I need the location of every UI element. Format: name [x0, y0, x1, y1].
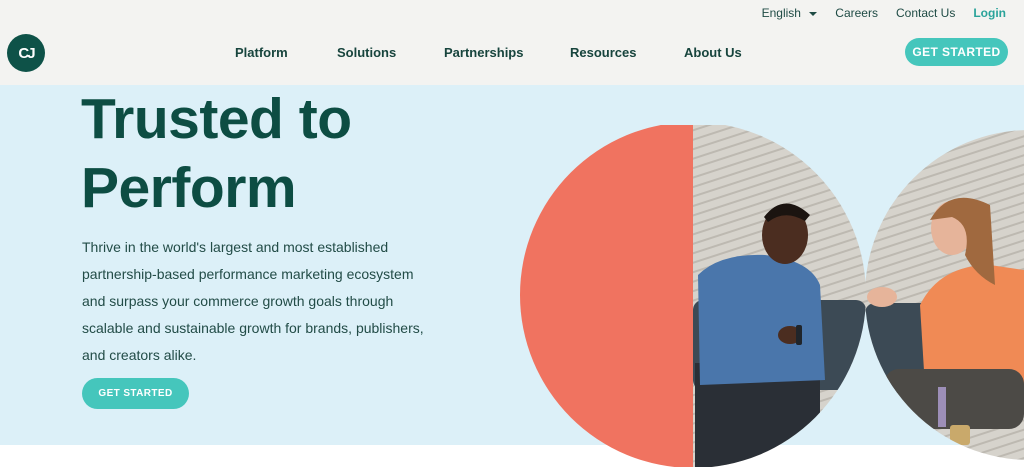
- man-shirt: [698, 254, 825, 385]
- nav-item-about[interactable]: About Us: [684, 45, 742, 60]
- nav-item-platform[interactable]: Platform: [235, 45, 337, 60]
- coral-half-circle: [520, 125, 693, 467]
- logo-glyph: CJ: [18, 44, 35, 62]
- right-photo-circle: [865, 130, 1024, 460]
- get-started-hero-button[interactable]: GET STARTED: [82, 378, 189, 409]
- flowers: [938, 387, 946, 427]
- phone: [796, 325, 802, 345]
- description-line: Thrive in the world's largest and most e…: [82, 239, 389, 255]
- hero-photo-illustration: [520, 125, 1024, 467]
- description-line: partnership-based performance marketing …: [82, 266, 414, 282]
- contact-link[interactable]: Contact Us: [896, 6, 955, 20]
- woman-trousers: [884, 369, 1024, 429]
- nav-item-solutions[interactable]: Solutions: [337, 45, 444, 60]
- description-line: and creators alike.: [82, 347, 197, 363]
- candle: [950, 425, 970, 445]
- caret-down-icon: [809, 11, 818, 16]
- hero-description: Thrive in the world's largest and most e…: [82, 234, 432, 369]
- utility-nav: English Careers Contact Us Login: [762, 6, 1006, 20]
- login-link[interactable]: Login: [973, 6, 1006, 20]
- nav-item-resources[interactable]: Resources: [570, 45, 684, 60]
- nav-item-partnerships[interactable]: Partnerships: [444, 45, 570, 60]
- cj-logo[interactable]: CJ: [7, 34, 45, 72]
- language-selector[interactable]: English: [762, 6, 818, 20]
- left-photo-circle: [520, 125, 866, 467]
- description-line: and surpass your commerce growth goals t…: [82, 293, 394, 309]
- headline-line-2: Perform: [81, 156, 297, 220]
- language-label: English: [761, 6, 801, 20]
- description-line: scalable and sustainable growth for bran…: [82, 320, 424, 336]
- hero-headline: Trusted to Perform: [81, 85, 352, 222]
- headline-line-1: Trusted to: [81, 87, 352, 151]
- main-nav: Platform Solutions Partnerships Resource…: [235, 45, 742, 60]
- woman-hands: [867, 287, 897, 307]
- site-header: CJ English Careers Contact Us Login Plat…: [0, 0, 1024, 85]
- get-started-header-button[interactable]: GET STARTED: [905, 38, 1008, 66]
- careers-link[interactable]: Careers: [835, 6, 878, 20]
